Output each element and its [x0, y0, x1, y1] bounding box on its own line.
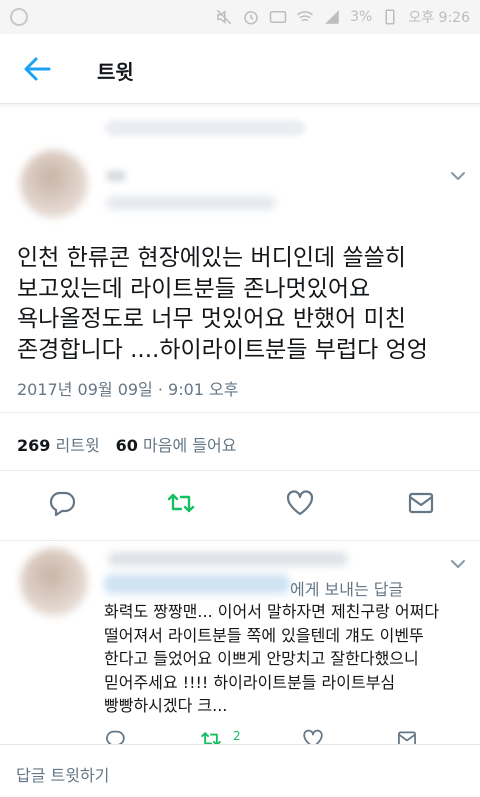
- battery-icon: [385, 9, 395, 25]
- heart-icon[interactable]: [285, 488, 315, 518]
- divider: [0, 540, 480, 541]
- app-notification-icon: [10, 8, 28, 26]
- signal-icon: [325, 10, 339, 24]
- reply-retweet-count: 2: [233, 729, 241, 743]
- tweet-actions: [0, 488, 480, 522]
- blurred-username[interactable]: [106, 196, 276, 210]
- chevron-down-icon[interactable]: [450, 556, 466, 572]
- status-bar: 3% 오후 9:26: [0, 0, 480, 34]
- tweet-text-line: 욕나올정도로 너무 멋있어요 반했어 미친: [17, 306, 406, 332]
- blurred-reply-to-handle[interactable]: [104, 574, 290, 594]
- alarm-icon: [244, 11, 258, 25]
- battery-percent: 3%: [350, 9, 373, 25]
- tweet-timestamp: 2017년 09월 09일 · 9:01 오후: [17, 380, 239, 399]
- reply-text-line: 믿어주세요 !!!! 하이라이트분들 라이트부심: [104, 672, 396, 692]
- tweet-text-line: 보고있는데 라이트분들 존나멋있어요: [17, 275, 371, 302]
- mute-icon: [216, 9, 232, 25]
- tweet-stats: 269 리트윗 60 마음에 들어요: [17, 432, 248, 456]
- divider: [0, 470, 480, 471]
- like-stat[interactable]: 60 마음에 들어요: [116, 432, 237, 456]
- page-title: 트윗: [97, 60, 134, 84]
- like-label: 마음에 들어요: [143, 436, 237, 455]
- clock: 오후 9:26: [408, 10, 470, 26]
- reply-text-line: 한다고 들었어요 이쁘게 안망치고 잘한다했으니: [104, 649, 419, 668]
- divider: [0, 412, 480, 413]
- reply-composer[interactable]: 답글 트윗하기: [0, 744, 480, 797]
- retweet-stat[interactable]: 269 리트윗: [17, 432, 100, 456]
- like-count: 60: [115, 436, 138, 455]
- blurred-context-line: [105, 120, 305, 136]
- envelope-icon[interactable]: [406, 488, 436, 518]
- retweet-label: 리트윗: [55, 436, 100, 455]
- reply-avatar[interactable]: [20, 548, 88, 616]
- reply-text-line: 떨어져서 라이트분들 쪽에 있을텐데 걔도 이벤뚜: [104, 625, 424, 645]
- tweet-text-line: 인천 한류콘 현장에있는 버디인데 쓸쓸히: [17, 245, 406, 271]
- chevron-down-icon[interactable]: [450, 168, 466, 184]
- blurred-display-name[interactable]: [106, 170, 126, 182]
- reply-text-line: 빵빵하시겠다 크...: [104, 696, 228, 715]
- status-icons: 3% 오후 9:26: [215, 7, 470, 27]
- reply-to-label: 에게 보내는 답글: [290, 580, 404, 599]
- retweet-count: 269: [17, 436, 51, 455]
- retweet-icon[interactable]: [166, 488, 196, 518]
- comment-bubble-icon[interactable]: [47, 488, 77, 518]
- reply-input-placeholder[interactable]: 답글 트윗하기: [16, 762, 109, 786]
- tweet-text-line: 존경합니다 ....하이라이트분들 부럽다 엉엉: [17, 336, 428, 363]
- avatar[interactable]: [20, 150, 88, 218]
- arrow-left-icon[interactable]: [22, 56, 52, 82]
- tweet-text: 인천 한류콘 현장에있는 버디인데 쓸쓸히 보고있는데 라이트분들 존나멋있어요…: [17, 243, 467, 365]
- hd-icon: [269, 11, 287, 23]
- reply-text-line: 화력도 짱짱맨... 이어서 말하자면 제친구랑 어쩌다: [104, 602, 440, 621]
- reply-text: 화력도 짱짱맨... 이어서 말하자면 제친구랑 어쩌다 떨어져서 라이트분들 …: [104, 600, 476, 718]
- top-bar: 트윗: [0, 34, 480, 104]
- wifi-icon: [297, 11, 314, 22]
- reply-actions: 2: [0, 726, 480, 746]
- blurred-reply-author[interactable]: [108, 552, 348, 566]
